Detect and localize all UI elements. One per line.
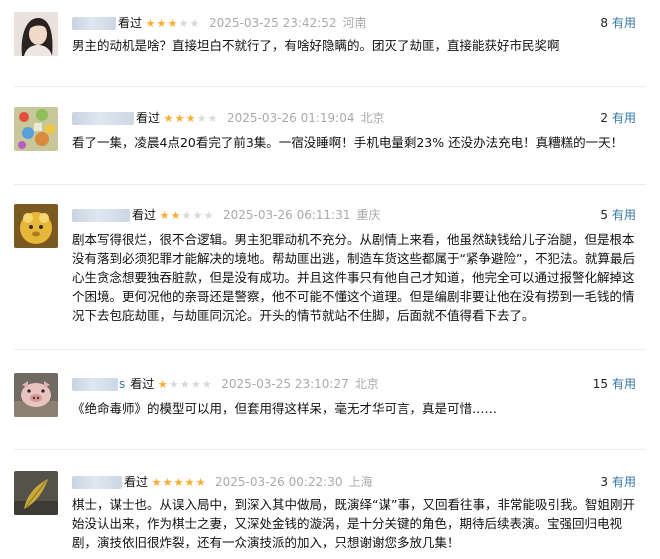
- star-icon: ★: [201, 377, 212, 391]
- watched-status: 看过: [130, 377, 155, 391]
- star-icon: ★: [157, 377, 168, 391]
- avatar[interactable]: [14, 373, 58, 417]
- useful-button[interactable]: 有用: [612, 16, 636, 30]
- useful-button[interactable]: 有用: [612, 475, 636, 489]
- user-avatar-icon: [14, 471, 58, 515]
- username-suffix[interactable]: s: [119, 373, 125, 395]
- useful-count: 5: [600, 208, 608, 222]
- review-region: 上海: [348, 475, 373, 489]
- review-content: 男主的动机是啥？直接坦白不就行了，有啥好隐瞒的。团灭了劫匪，直接能获好市民奖啊: [72, 38, 560, 53]
- review-meta: 看过 ★ ★ ★ ★ ★ 2025-03-26 06:11:31 重庆: [72, 204, 380, 226]
- review-date: 2025-03-26 06:11:31: [223, 208, 351, 222]
- review-content: 剧本写得很烂，很不合逻辑。男主犯罪动机不充分。从剧情上来看，他虽然缺钱给儿子治腿…: [72, 232, 635, 323]
- star-icon: ★: [178, 16, 189, 30]
- username-blurred[interactable]: [72, 377, 118, 391]
- star-icon: ★: [159, 208, 170, 222]
- star-icon: ★: [196, 111, 207, 125]
- username-blurred[interactable]: [72, 208, 130, 222]
- review-meta: s 看过 ★ ★ ★ ★ ★ 2025-03-25 23:10:27 北京: [72, 373, 379, 395]
- username-blurred[interactable]: [72, 475, 122, 489]
- user-avatar-icon: [14, 107, 58, 151]
- useful-vote: 3 有用: [600, 471, 636, 493]
- avatar[interactable]: [14, 107, 58, 151]
- username-blurred[interactable]: [72, 16, 116, 30]
- star-icon: ★: [168, 377, 179, 391]
- star-icon: ★: [167, 16, 178, 30]
- star-icon: ★: [156, 16, 167, 30]
- user-avatar-icon: [14, 12, 58, 56]
- useful-button[interactable]: 有用: [612, 208, 636, 222]
- star-icon: ★: [207, 111, 218, 125]
- divider: [14, 449, 646, 450]
- avatar[interactable]: [14, 12, 58, 56]
- star-icon: ★: [174, 111, 185, 125]
- useful-count: 2: [600, 111, 608, 125]
- useful-count: 3: [600, 475, 608, 489]
- review-content: 看了一集，凌晨4点20看完了前3集。一宿没睡啊！手机电量剩23% 还没办法充电！…: [72, 135, 624, 150]
- watched-status: 看过: [118, 16, 143, 30]
- user-avatar-icon: [14, 373, 58, 417]
- useful-button[interactable]: 有用: [612, 111, 636, 125]
- review-date: 2025-03-25 23:10:27: [221, 377, 349, 391]
- star-icon: ★: [189, 16, 200, 30]
- watched-status: 看过: [124, 475, 149, 489]
- useful-count: 15: [592, 377, 608, 391]
- star-icon: ★: [190, 377, 201, 391]
- watched-status: 看过: [136, 111, 161, 125]
- star-icon: ★: [203, 208, 214, 222]
- avatar[interactable]: [14, 471, 58, 515]
- star-icon: ★: [145, 16, 156, 30]
- rating-stars: ★ ★ ★ ★ ★: [157, 379, 212, 390]
- review-region: 北京: [354, 377, 379, 391]
- review-date: 2025-03-26 01:19:04: [227, 111, 355, 125]
- star-icon: ★: [151, 475, 162, 489]
- star-icon: ★: [173, 475, 184, 489]
- star-icon: ★: [185, 111, 196, 125]
- rating-stars: ★ ★ ★ ★ ★: [151, 477, 206, 488]
- review-region: 河南: [342, 16, 367, 30]
- divider: [14, 349, 646, 350]
- divider: [14, 86, 646, 87]
- rating-stars: ★ ★ ★ ★ ★: [163, 113, 218, 124]
- review-meta: 看过 ★ ★ ★ ★ ★ 2025-03-26 01:19:04 北京: [72, 107, 384, 129]
- star-icon: ★: [162, 475, 173, 489]
- star-icon: ★: [195, 475, 206, 489]
- watched-status: 看过: [132, 208, 157, 222]
- review-region: 北京: [360, 111, 385, 125]
- useful-vote: 5 有用: [600, 204, 636, 226]
- review-region: 重庆: [356, 208, 381, 222]
- useful-button[interactable]: 有用: [612, 377, 636, 391]
- review-content: 《绝命毒师》的模型可以用，但套用得这样呆，毫无才华可言，真是可惜……: [72, 401, 498, 416]
- useful-vote: 8 有用: [600, 12, 636, 34]
- review-date: 2025-03-25 23:42:52: [209, 16, 337, 30]
- useful-vote: 15 有用: [593, 373, 636, 395]
- star-icon: ★: [184, 475, 195, 489]
- review-meta: 看过 ★ ★ ★ ★ ★ 2025-03-26 00:22:30 上海: [72, 471, 372, 493]
- review-meta: 看过 ★ ★ ★ ★ ★ 2025-03-25 23:42:52 河南: [72, 12, 366, 34]
- review-date: 2025-03-26 00:22:30: [215, 475, 343, 489]
- star-icon: ★: [181, 208, 192, 222]
- star-icon: ★: [179, 377, 190, 391]
- divider: [14, 184, 646, 185]
- username-blurred[interactable]: [72, 111, 134, 125]
- star-icon: ★: [163, 111, 174, 125]
- rating-stars: ★ ★ ★ ★ ★: [159, 210, 214, 221]
- user-avatar-icon: [14, 204, 58, 248]
- star-icon: ★: [170, 208, 181, 222]
- avatar[interactable]: [14, 204, 58, 248]
- useful-vote: 2 有用: [600, 107, 636, 129]
- rating-stars: ★ ★ ★ ★ ★: [145, 18, 200, 29]
- star-icon: ★: [192, 208, 203, 222]
- review-content: 棋士，谋士也。从误入局中，到深入其中做局，既演绎“谋”事，又回看往事，非常能吸引…: [72, 497, 635, 550]
- useful-count: 8: [600, 16, 608, 30]
